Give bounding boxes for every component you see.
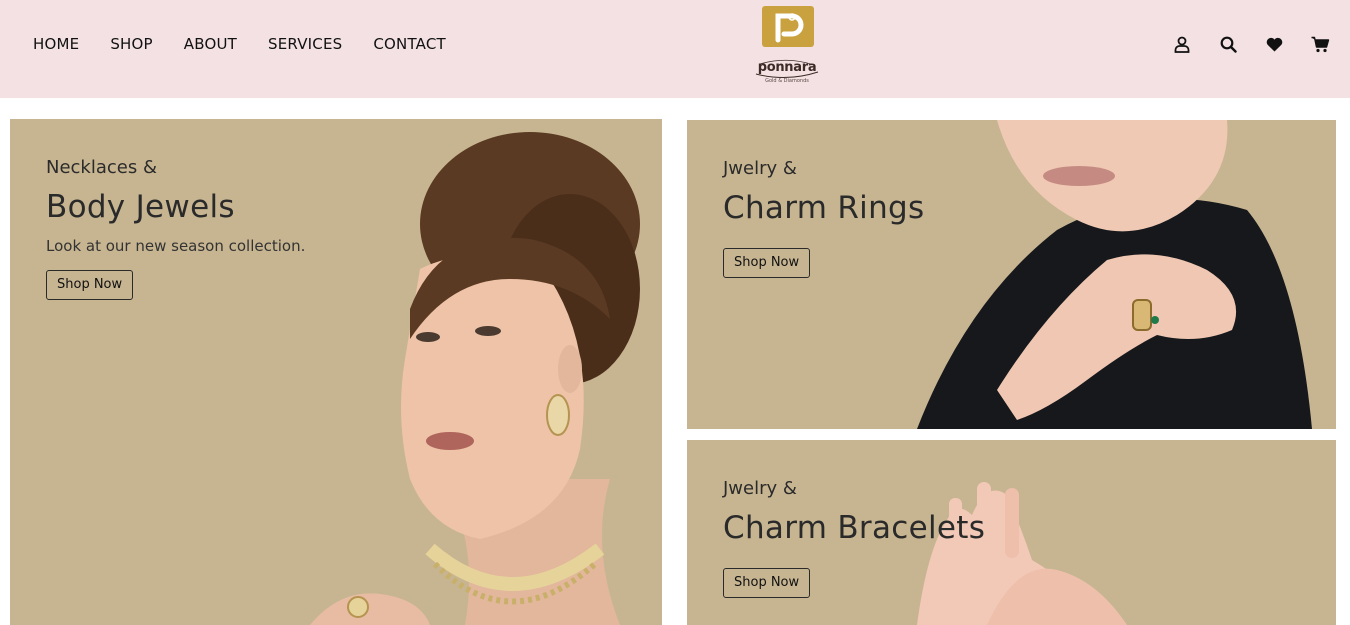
- heart-icon[interactable]: [1264, 34, 1284, 54]
- nav-contact[interactable]: CONTACT: [373, 35, 446, 53]
- nav-about[interactable]: ABOUT: [184, 35, 237, 53]
- banner3-title: Charm Bracelets: [723, 510, 986, 546]
- banner3-shop-now-button[interactable]: Shop Now: [723, 568, 811, 598]
- banner1-title: Body Jewels: [46, 189, 235, 225]
- cart-icon[interactable]: [1310, 34, 1330, 54]
- banner2-shop-now-button[interactable]: Shop Now: [723, 248, 811, 278]
- main-nav: HOME SHOP ABOUT SERVICES CONTACT: [33, 35, 477, 53]
- nav-services[interactable]: SERVICES: [268, 35, 342, 53]
- brand-name: ponnara: [757, 60, 817, 75]
- banner1-subtitle: Look at our new season collection.: [46, 237, 306, 255]
- banner2-title: Charm Rings: [723, 190, 925, 226]
- site-header: HOME SHOP ABOUT SERVICES CONTACT ponnara…: [0, 0, 1350, 98]
- brand-tagline: Gold & Diamonds: [765, 78, 809, 84]
- brand-logo[interactable]: ponnara Gold & Diamonds: [750, 6, 824, 90]
- banner-body-jewels: Necklaces & Body Jewels Look at our new …: [10, 119, 662, 625]
- banner3-kicker: Jwelry &: [723, 478, 797, 499]
- nav-home[interactable]: HOME: [33, 35, 79, 53]
- header-actions: [1146, 34, 1330, 54]
- banner-charm-bracelets: Jwelry & Charm Bracelets Shop Now: [687, 440, 1336, 625]
- banner2-kicker: Jwelry &: [723, 158, 797, 179]
- banner1-kicker: Necklaces &: [46, 157, 157, 178]
- banner-charm-rings: Jwelry & Charm Rings Shop Now: [687, 120, 1336, 429]
- search-icon[interactable]: [1218, 34, 1238, 54]
- nav-shop[interactable]: SHOP: [110, 35, 152, 53]
- logo-mark-icon: [762, 6, 814, 47]
- banner1-shop-now-button[interactable]: Shop Now: [46, 270, 134, 300]
- user-icon[interactable]: [1172, 34, 1192, 54]
